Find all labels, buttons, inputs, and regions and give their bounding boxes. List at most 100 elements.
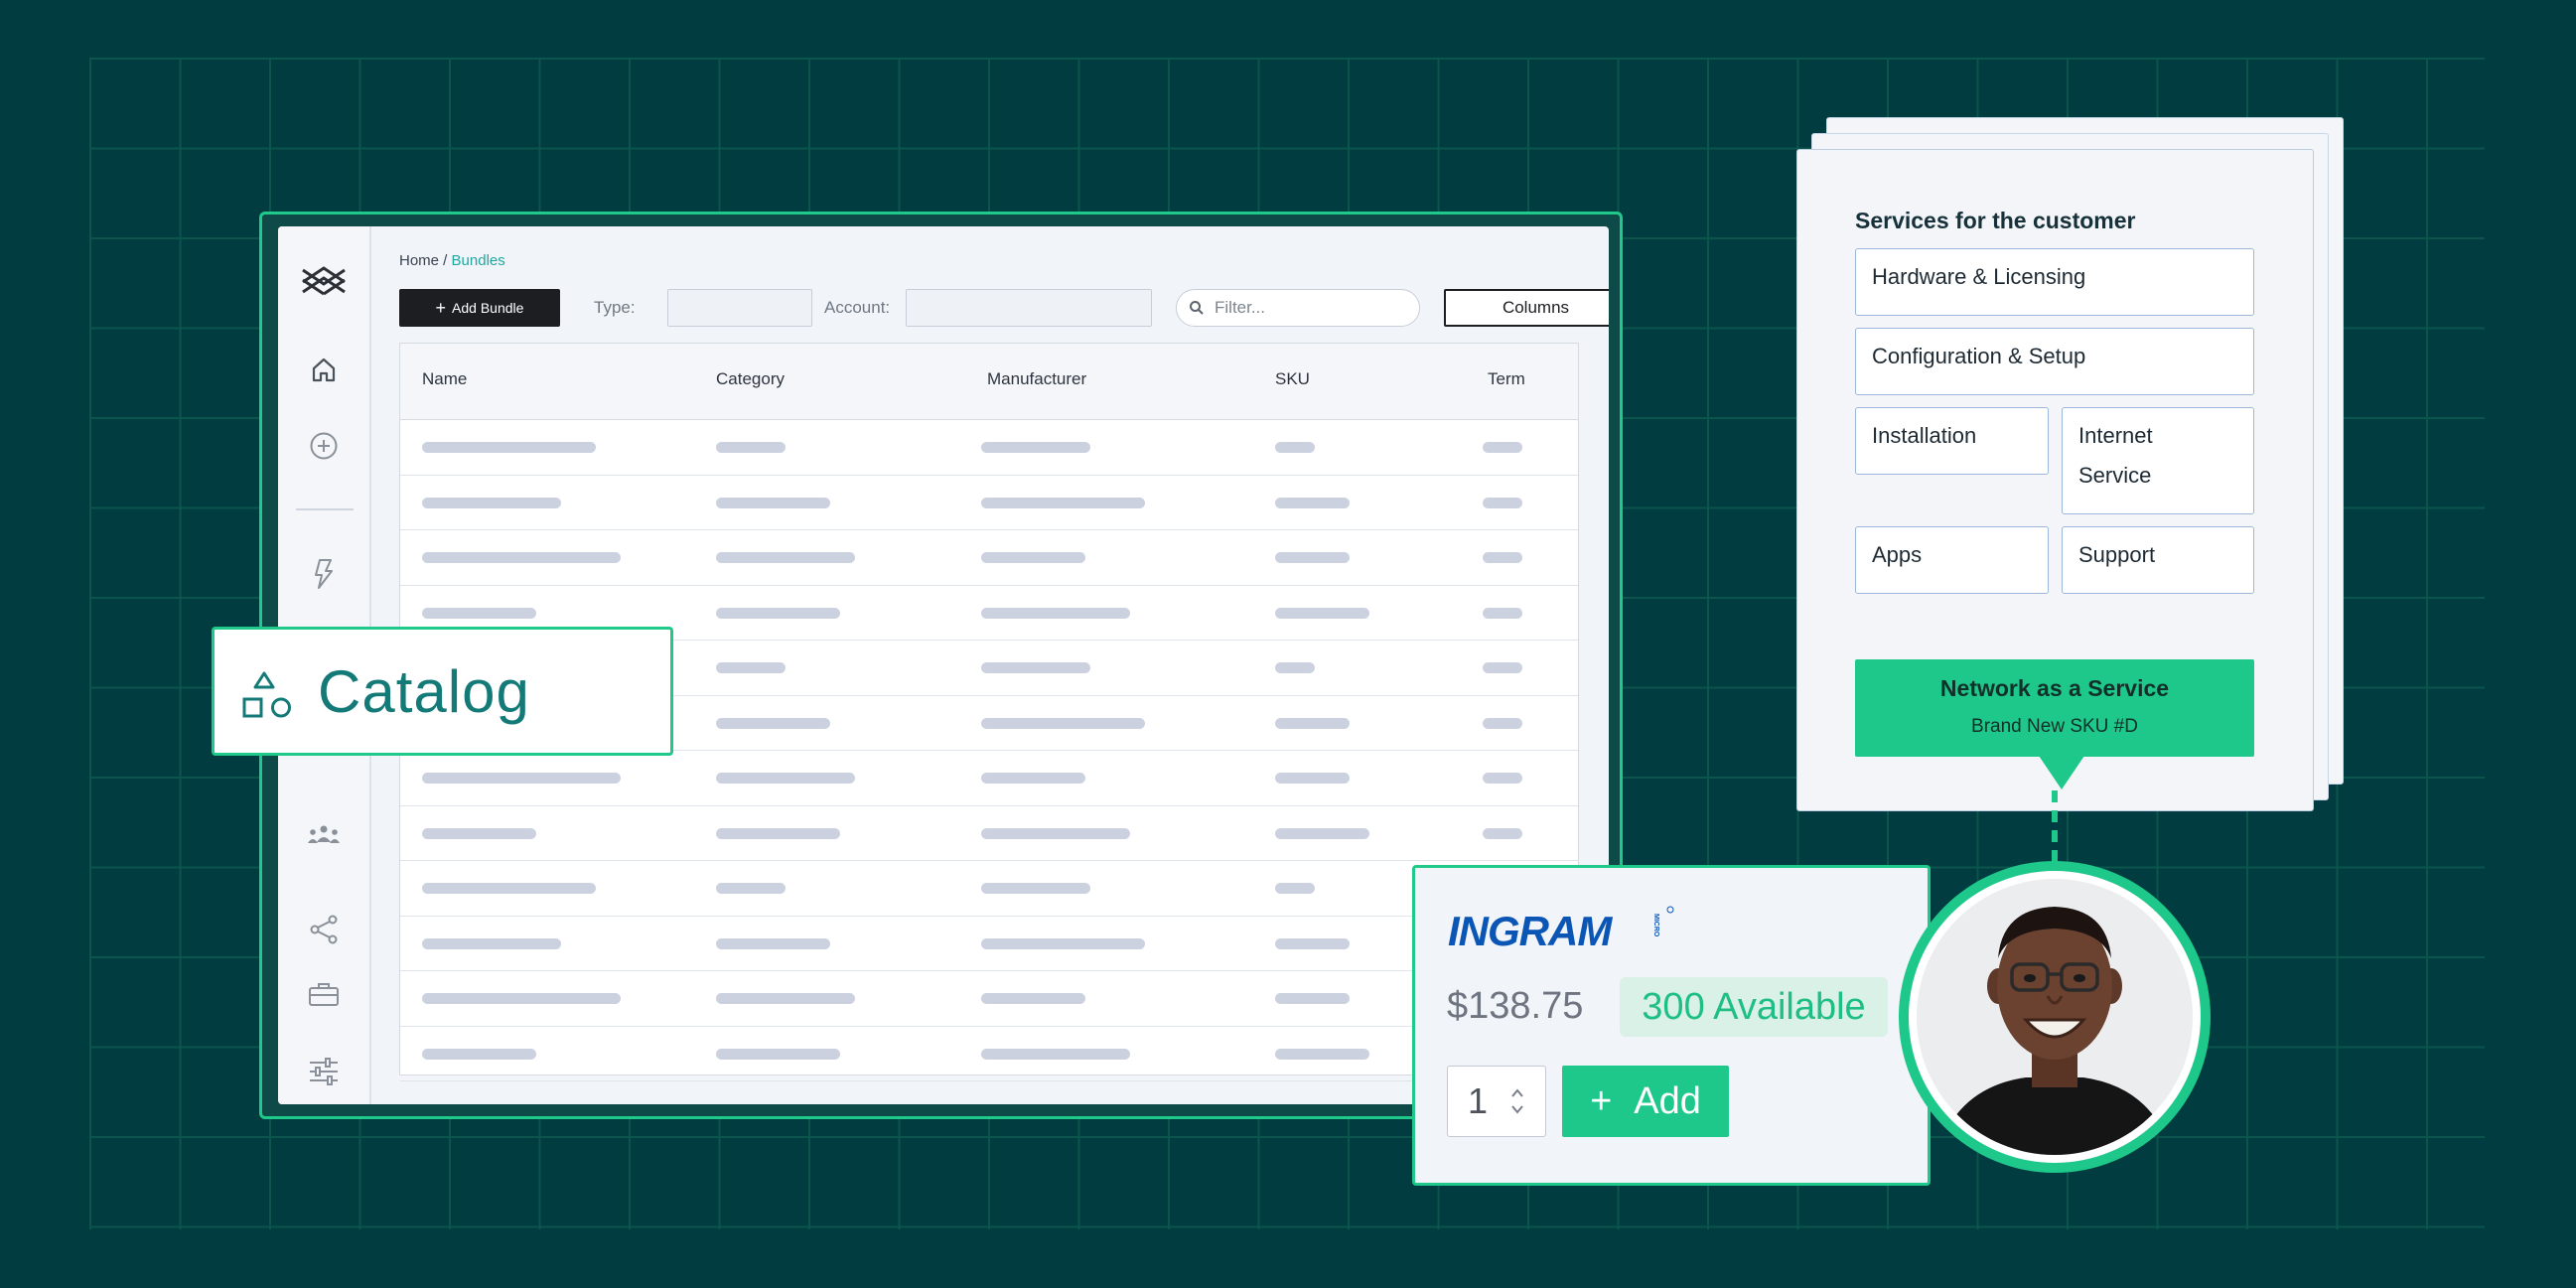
dashed-connector: [2052, 790, 2058, 862]
plus-icon: +: [435, 297, 447, 318]
table-row[interactable]: [400, 860, 1578, 917]
filter-placeholder: Filter...: [1215, 298, 1266, 317]
loading-placeholder: [716, 883, 786, 894]
add-bundle-label: Add Bundle: [452, 300, 524, 316]
avatar-ring: [1899, 861, 2211, 1173]
sidebar-divider: [296, 508, 354, 510]
loading-placeholder: [716, 552, 855, 563]
table-row[interactable]: [400, 529, 1578, 586]
loading-placeholder: [716, 662, 786, 673]
search-icon: [1190, 301, 1204, 315]
briefcase-icon[interactable]: [301, 971, 347, 1017]
loading-placeholder: [1275, 442, 1315, 453]
catalog-label: Catalog: [318, 658, 530, 725]
loading-placeholder: [422, 827, 536, 839]
loading-placeholder: [981, 773, 1085, 784]
breadcrumb-home[interactable]: Home /: [399, 252, 447, 269]
loading-placeholder: [981, 442, 1090, 453]
table-row[interactable]: [400, 970, 1578, 1027]
services-card: Services for the customer Hardware & Lic…: [1796, 149, 2314, 811]
users-icon[interactable]: [301, 811, 347, 857]
service-label: Hardware & Licensing: [1872, 264, 2086, 289]
column-header-name[interactable]: Name: [422, 369, 467, 389]
service-apps[interactable]: Apps: [1855, 526, 2049, 594]
share-icon[interactable]: [301, 907, 347, 952]
loading-placeholder: [981, 993, 1085, 1004]
loading-placeholder: [422, 442, 596, 453]
svg-text:INGRAM: INGRAM: [1448, 908, 1613, 954]
loading-placeholder: [1483, 717, 1522, 729]
breadcrumb: Home / Bundles: [399, 252, 505, 269]
service-label: Apps: [1872, 542, 1923, 567]
loading-placeholder: [981, 717, 1145, 729]
loading-placeholder: [981, 883, 1090, 894]
loading-placeholder: [422, 552, 621, 563]
column-header-sku[interactable]: SKU: [1275, 369, 1310, 389]
add-to-cart-button[interactable]: + Add: [1562, 1066, 1729, 1137]
service-label: Configuration & Setup: [1872, 344, 2086, 368]
loading-placeholder: [1275, 937, 1350, 949]
loading-placeholder: [716, 993, 855, 1004]
callout-pointer: [2039, 756, 2084, 789]
quantity-value: 1: [1468, 1080, 1489, 1121]
table-row[interactable]: [400, 1026, 1578, 1081]
network-as-a-service-card[interactable]: Network as a Service Brand New SKU #D: [1855, 659, 2254, 757]
loading-placeholder: [716, 607, 840, 619]
service-hardware-licensing[interactable]: Hardware & Licensing: [1855, 248, 2254, 316]
plus-icon: +: [1590, 1079, 1613, 1122]
loading-placeholder: [716, 937, 830, 949]
service-configuration-setup[interactable]: Configuration & Setup: [1855, 328, 2254, 395]
columns-button[interactable]: Columns: [1444, 289, 1609, 327]
column-header-manufacturer[interactable]: Manufacturer: [987, 369, 1086, 389]
sliders-icon[interactable]: [301, 1049, 347, 1094]
breadcrumb-current[interactable]: Bundles: [452, 252, 505, 269]
avatar-photo: [1917, 879, 2193, 1155]
service-installation[interactable]: Installation: [1855, 407, 2049, 475]
table-row[interactable]: [400, 750, 1578, 806]
add-circle-icon[interactable]: [301, 423, 347, 469]
svg-text:MICRO: MICRO: [1652, 914, 1659, 937]
column-header-category[interactable]: Category: [716, 369, 785, 389]
loading-placeholder: [1275, 717, 1350, 729]
loading-placeholder: [422, 993, 621, 1004]
naas-subtitle: Brand New SKU #D: [1971, 716, 2138, 737]
loading-placeholder: [981, 827, 1130, 839]
loading-placeholder: [1483, 442, 1522, 453]
loading-placeholder: [981, 937, 1145, 949]
table-row[interactable]: [400, 475, 1578, 530]
price: $138.75: [1447, 985, 1584, 1027]
loading-placeholder: [716, 442, 786, 453]
add-bundle-button[interactable]: + Add Bundle: [399, 289, 560, 327]
loading-placeholder: [1483, 497, 1522, 508]
service-internet-service[interactable]: Internet Service: [2062, 407, 2254, 514]
naas-title: Network as a Service: [1939, 675, 2170, 701]
loading-placeholder: [1275, 662, 1315, 673]
home-icon[interactable]: [301, 347, 347, 392]
table-header: Name Category Manufacturer SKU Term: [400, 344, 1578, 420]
loading-placeholder: [1275, 607, 1369, 619]
service-label: Support: [2078, 542, 2156, 567]
table-row[interactable]: [400, 805, 1578, 861]
loading-placeholder: [1275, 883, 1315, 894]
loading-placeholder: [422, 883, 596, 894]
column-header-term[interactable]: Term: [1488, 369, 1525, 389]
loading-placeholder: [716, 1048, 840, 1060]
type-field[interactable]: [667, 289, 812, 327]
loading-placeholder: [981, 607, 1130, 619]
loading-placeholder: [1483, 773, 1522, 784]
loading-placeholder: [716, 497, 830, 508]
bolt-icon[interactable]: [301, 551, 347, 597]
stepper-arrows-icon[interactable]: [1509, 1084, 1525, 1118]
logo-icon[interactable]: [301, 258, 347, 304]
loading-placeholder: [422, 937, 561, 949]
catalog-label-card: Catalog: [212, 627, 673, 756]
loading-placeholder: [422, 1048, 536, 1060]
table-row[interactable]: [400, 916, 1578, 971]
account-field[interactable]: [906, 289, 1152, 327]
service-support[interactable]: Support: [2062, 526, 2254, 594]
add-label: Add: [1634, 1079, 1701, 1122]
quantity-stepper[interactable]: 1: [1447, 1066, 1546, 1137]
filter-input[interactable]: Filter...: [1176, 289, 1420, 327]
table-row[interactable]: [400, 419, 1578, 476]
product-card: INGRAM MICRO $138.75 300 Available 1 + A…: [1412, 865, 1931, 1186]
